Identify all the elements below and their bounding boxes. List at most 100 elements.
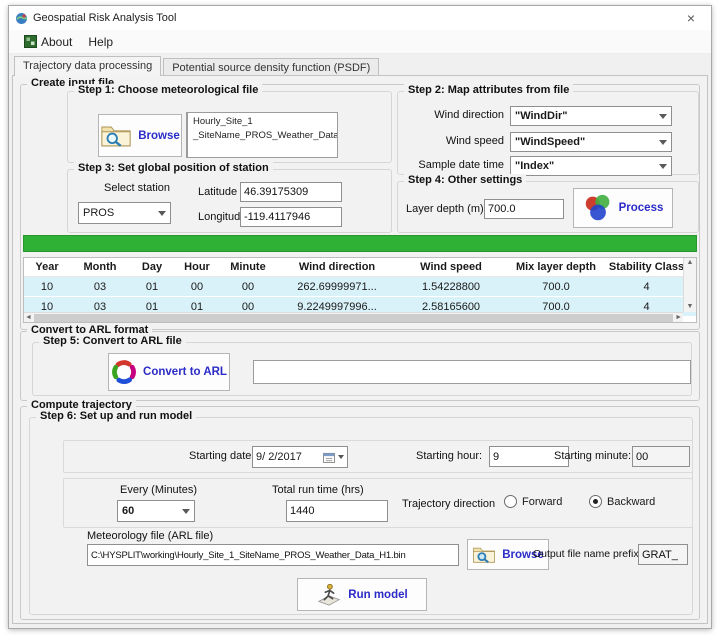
table-cell: 2.58165600 — [398, 301, 504, 313]
radio-forward[interactable]: Forward — [504, 495, 562, 508]
weather-data-table: YearMonthDayHourMinuteWind directionWind… — [23, 257, 697, 323]
vertical-scrollbar[interactable]: ▲ ▼ — [683, 258, 696, 312]
every-minutes-value: 60 — [122, 505, 179, 517]
process-button[interactable]: Process — [573, 188, 673, 228]
chevron-down-icon — [182, 509, 190, 514]
total-run-time-input[interactable] — [286, 500, 388, 522]
wind-direction-value: "WindDir" — [515, 110, 656, 122]
table-cell: 00 — [174, 281, 220, 293]
table-cell: 4 — [608, 281, 685, 293]
met-csv-filename-box[interactable]: Hourly_Site_1 _SiteName_PROS_Weather_Dat… — [186, 112, 338, 158]
wind-direction-select[interactable]: "WindDir" — [510, 106, 672, 126]
radio-backward[interactable]: Backward — [589, 495, 655, 508]
app-window: Geospatial Risk Analysis Tool × About He… — [8, 5, 712, 629]
scroll-up-icon[interactable]: ▲ — [686, 258, 695, 268]
table-cell: 10 — [24, 301, 70, 313]
run-model-label: Run model — [348, 589, 407, 601]
title-bar: Geospatial Risk Analysis Tool × — [9, 6, 711, 30]
every-minutes-label: Every (Minutes) — [120, 484, 197, 496]
process-progress-bar — [23, 235, 697, 252]
app-icon — [15, 12, 28, 25]
chevron-down-icon — [659, 164, 667, 169]
met-arl-file-input[interactable] — [87, 544, 459, 566]
horizontal-scrollbar[interactable]: ◄ ► — [24, 312, 683, 322]
menu-about[interactable]: About — [16, 32, 80, 52]
scroll-down-icon[interactable]: ▼ — [686, 302, 695, 312]
station-select[interactable]: PROS — [78, 202, 171, 224]
sample-date-time-select[interactable]: "Index" — [510, 156, 672, 176]
scroll-left-icon[interactable]: ◄ — [24, 313, 33, 323]
scroll-right-icon[interactable]: ► — [674, 313, 683, 323]
table-cell: 700.0 — [504, 301, 608, 313]
starting-minute-input[interactable] — [632, 446, 690, 467]
column-header: Hour — [174, 261, 220, 273]
total-run-time-label: Total run time (hrs) — [272, 484, 364, 496]
met-csv-filename-line1: Hourly_Site_1 — [193, 115, 335, 129]
radio-forward-icon — [504, 495, 517, 508]
tab-trajectory-data-processing[interactable]: Trajectory data processing — [14, 56, 161, 76]
wind-speed-select[interactable]: "WindSpeed" — [510, 132, 672, 152]
browse-met-file-button[interactable]: Browse — [98, 114, 182, 157]
step5-group: Step 5: Convert to ARL file Convert to A… — [32, 342, 692, 396]
radio-backward-icon — [589, 495, 602, 508]
run-settings-panel: Every (Minutes) 60 Total run time (hrs) … — [63, 478, 693, 528]
step4-group: Step 4: Other settings Layer depth (m) P… — [397, 181, 699, 233]
latitude-label: Latitude — [198, 186, 237, 198]
wind-direction-label: Wind direction — [398, 109, 504, 121]
menu-bar: About Help — [9, 30, 711, 54]
run-model-button[interactable]: Run model — [297, 578, 427, 611]
scrollbar-thumb[interactable] — [34, 314, 673, 322]
column-header: Stability Class — [608, 261, 685, 273]
window-title: Geospatial Risk Analysis Tool — [33, 12, 176, 24]
start-time-panel: Starting date: 9/ 2/2017 Starting hour: … — [63, 440, 693, 473]
chevron-down-icon — [659, 114, 667, 119]
tab-psdf[interactable]: Potential source density function (PSDF) — [163, 58, 379, 76]
table-cell: 10 — [24, 281, 70, 293]
folder-search-icon — [472, 545, 496, 564]
menu-help-label: Help — [88, 35, 113, 49]
forward-label: Forward — [522, 496, 562, 508]
output-prefix-input[interactable] — [638, 544, 688, 565]
trajectory-direction-label: Trajectory direction — [402, 498, 495, 510]
runner-icon — [316, 583, 342, 607]
chevron-down-icon — [158, 211, 166, 216]
layer-depth-input[interactable] — [484, 199, 564, 219]
close-icon[interactable]: × — [677, 8, 705, 28]
column-header: Year — [24, 261, 70, 273]
latitude-input[interactable] — [240, 182, 342, 202]
column-header: Month — [70, 261, 130, 273]
step2-group: Step 2: Map attributes from file Wind di… — [397, 91, 699, 175]
convert-progress-bar — [253, 360, 691, 384]
create-input-file-group: Create input file Step 1: Choose meteoro… — [20, 84, 700, 330]
step1-caption: Step 1: Choose meteorological file — [74, 84, 262, 96]
table-body: 1003010000262.69999971...1.54228800700.0… — [24, 277, 696, 317]
convert-to-arl-label: Convert to ARL — [143, 366, 227, 378]
column-header: Wind direction — [276, 261, 398, 273]
table-row[interactable]: 1003010000262.69999971...1.54228800700.0… — [24, 277, 696, 297]
menu-help[interactable]: Help — [80, 32, 121, 52]
longitude-input[interactable] — [240, 207, 342, 227]
table-cell: 01 — [174, 301, 220, 313]
starting-date-picker[interactable]: 9/ 2/2017 — [252, 446, 348, 468]
sample-date-time-value: "Index" — [515, 160, 656, 172]
table-cell: 262.69999971... — [276, 281, 398, 293]
every-minutes-select[interactable]: 60 — [117, 500, 195, 522]
station-value: PROS — [83, 207, 155, 219]
table-cell: 9.2249997996... — [276, 301, 398, 313]
color-cycle-icon — [111, 359, 137, 385]
step4-caption: Step 4: Other settings — [404, 174, 526, 186]
step1-group: Step 1: Choose meteorological file Brows… — [67, 91, 392, 163]
select-station-label: Select station — [104, 182, 170, 194]
backward-label: Backward — [607, 496, 655, 508]
wind-speed-label: Wind speed — [398, 135, 504, 147]
step6-group: Step 6: Set up and run model Starting da… — [29, 417, 693, 615]
step3-caption: Step 3: Set global position of station — [74, 162, 273, 174]
calendar-icon — [323, 452, 335, 463]
folder-search-icon — [100, 123, 132, 148]
convert-to-arl-button[interactable]: Convert to ARL — [108, 353, 230, 391]
table-cell: 01 — [130, 281, 174, 293]
about-icon — [24, 35, 37, 48]
rgb-circles-icon — [583, 194, 613, 222]
browse-met-file-label: Browse — [138, 130, 180, 142]
table-cell: 01 — [130, 301, 174, 313]
